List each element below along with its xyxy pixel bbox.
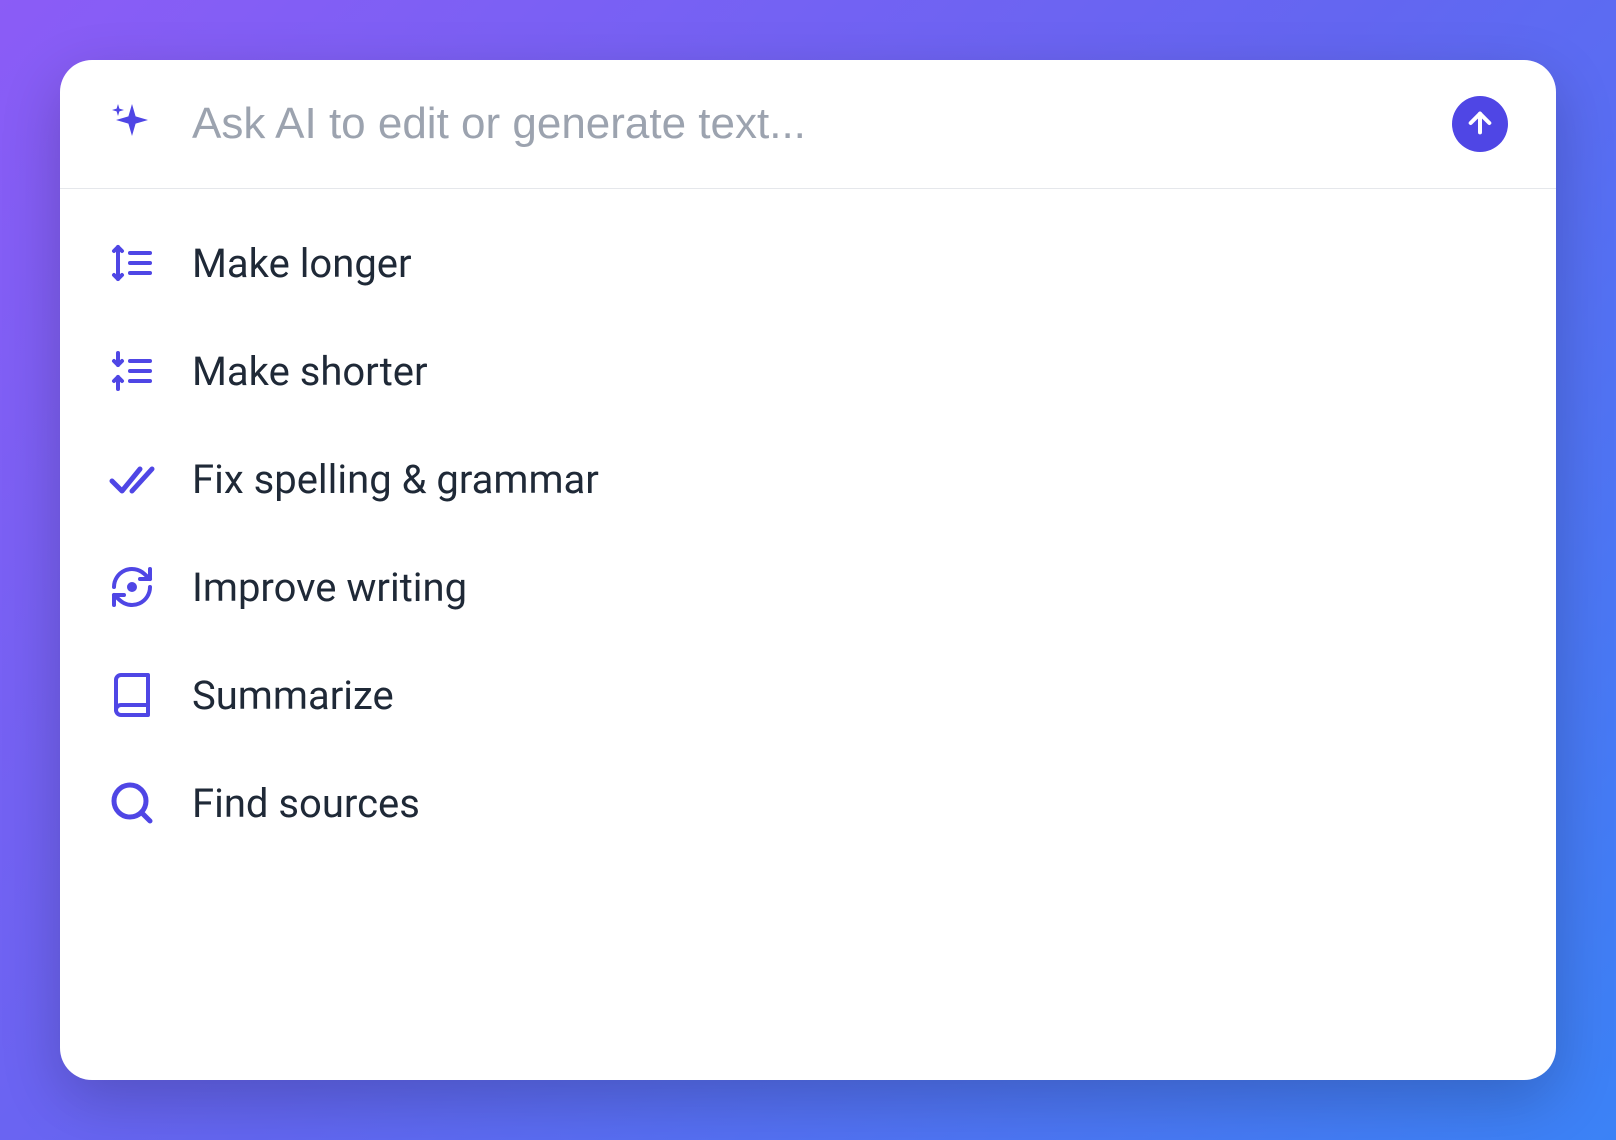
menu-item-make-shorter[interactable]: Make shorter bbox=[60, 317, 1556, 425]
menu-item-label: Summarize bbox=[192, 672, 394, 719]
sparkle-icon bbox=[108, 100, 156, 148]
menu-item-label: Fix spelling & grammar bbox=[192, 456, 599, 503]
ai-action-menu: Make longer Make shorter bbox=[60, 189, 1556, 1080]
arrow-up-icon bbox=[1464, 107, 1496, 142]
menu-item-label: Make shorter bbox=[192, 348, 428, 395]
ai-prompt-input[interactable] bbox=[192, 99, 1416, 149]
book-icon bbox=[108, 671, 156, 719]
submit-button[interactable] bbox=[1452, 96, 1508, 152]
compress-lines-icon bbox=[108, 347, 156, 395]
menu-item-label: Make longer bbox=[192, 240, 412, 287]
menu-item-label: Find sources bbox=[192, 780, 420, 827]
menu-item-find-sources[interactable]: Find sources bbox=[60, 749, 1556, 857]
menu-item-label: Improve writing bbox=[192, 564, 467, 611]
refresh-icon bbox=[108, 563, 156, 611]
menu-item-summarize[interactable]: Summarize bbox=[60, 641, 1556, 749]
menu-item-make-longer[interactable]: Make longer bbox=[60, 209, 1556, 317]
ai-input-row bbox=[60, 60, 1556, 189]
menu-item-fix-spelling[interactable]: Fix spelling & grammar bbox=[60, 425, 1556, 533]
expand-lines-icon bbox=[108, 239, 156, 287]
search-icon bbox=[108, 779, 156, 827]
ai-assist-panel: Make longer Make shorter bbox=[60, 60, 1556, 1080]
double-check-icon bbox=[108, 455, 156, 503]
menu-item-improve-writing[interactable]: Improve writing bbox=[60, 533, 1556, 641]
